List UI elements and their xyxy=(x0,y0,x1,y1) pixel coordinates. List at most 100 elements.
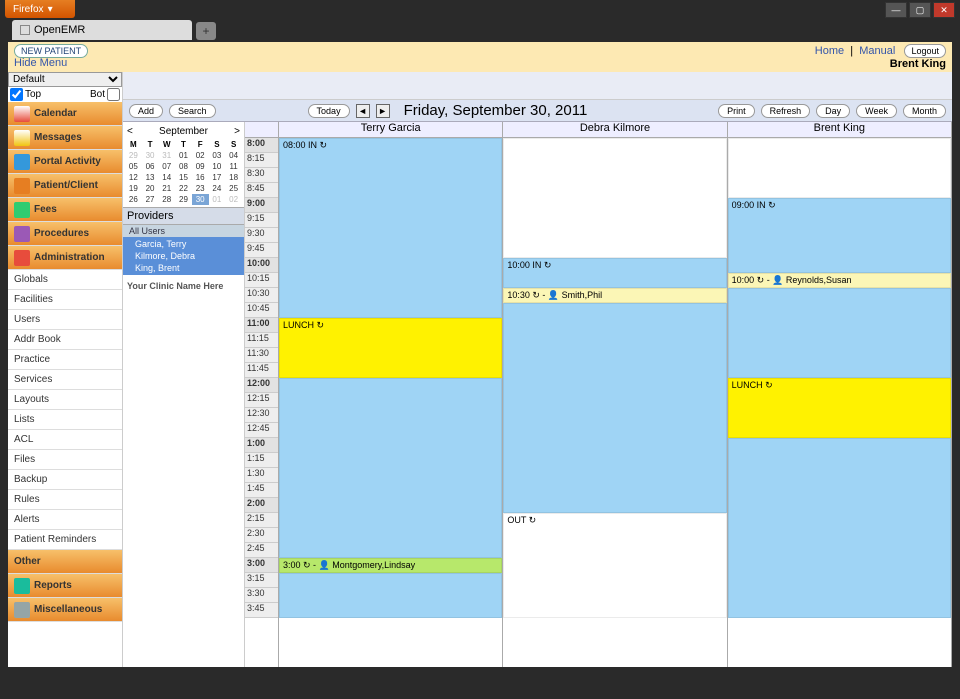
cal-day[interactable]: 09 xyxy=(192,161,209,172)
maximize-button[interactable]: ▢ xyxy=(909,2,931,18)
new-patient-button[interactable]: NEW PATIENT xyxy=(14,44,88,58)
cal-day[interactable]: 29 xyxy=(125,150,142,161)
cal-day[interactable]: 11 xyxy=(225,161,242,172)
provider-all[interactable]: All Users xyxy=(123,225,244,237)
prev-month[interactable]: < xyxy=(127,126,133,137)
today-button[interactable]: Today xyxy=(308,104,350,118)
provider-column-header[interactable]: Brent King xyxy=(728,122,952,138)
calendar-event[interactable]: 08:00 IN ↻ xyxy=(279,138,502,318)
cal-day[interactable]: 20 xyxy=(142,183,159,194)
calendar-event[interactable] xyxy=(728,288,951,378)
cal-day[interactable]: 18 xyxy=(225,172,242,183)
cal-day[interactable]: 30 xyxy=(142,150,159,161)
calendar-event[interactable]: OUT ↻ xyxy=(503,513,726,618)
next-month[interactable]: > xyxy=(234,126,240,137)
nav-messages[interactable]: Messages xyxy=(8,126,122,150)
nav-other[interactable]: Other xyxy=(8,550,122,574)
nav-acl[interactable]: ACL xyxy=(8,430,122,450)
cal-day[interactable]: 12 xyxy=(125,172,142,183)
cal-day[interactable]: 08 xyxy=(175,161,192,172)
bot-checkbox[interactable] xyxy=(107,88,120,101)
cal-day[interactable]: 24 xyxy=(209,183,226,194)
nav-fees[interactable]: Fees xyxy=(8,198,122,222)
cal-day[interactable]: 05 xyxy=(125,161,142,172)
provider-item[interactable]: Garcia, Terry xyxy=(129,238,238,250)
cal-day[interactable]: 01 xyxy=(175,150,192,161)
refresh-button[interactable]: Refresh xyxy=(761,104,811,118)
week-button[interactable]: Week xyxy=(856,104,897,118)
calendar-event[interactable]: 09:00 IN ↻ xyxy=(728,198,951,273)
cal-day[interactable]: 30 xyxy=(192,194,209,205)
nav-procedures[interactable]: Procedures xyxy=(8,222,122,246)
nav-calendar[interactable]: Calendar xyxy=(8,102,122,126)
provider-item[interactable]: Kilmore, Debra xyxy=(129,250,238,262)
nav-rules[interactable]: Rules xyxy=(8,490,122,510)
nav-alerts[interactable]: Alerts xyxy=(8,510,122,530)
cal-day[interactable]: 31 xyxy=(158,150,175,161)
cal-day[interactable]: 04 xyxy=(225,150,242,161)
cal-day[interactable]: 28 xyxy=(158,194,175,205)
home-link[interactable]: Home xyxy=(815,45,844,57)
manual-link[interactable]: Manual xyxy=(859,45,895,57)
mini-calendar[interactable]: < September > MTWTFSS2930310102030405060… xyxy=(123,122,244,207)
firefox-menu[interactable]: Firefox ▾ xyxy=(5,0,75,18)
cal-day[interactable]: 16 xyxy=(192,172,209,183)
nav-users[interactable]: Users xyxy=(8,310,122,330)
calendar-event[interactable]: LUNCH ↻ xyxy=(728,378,951,438)
prev-arrow[interactable]: ◄ xyxy=(356,104,370,118)
nav-portal-activity[interactable]: Portal Activity xyxy=(8,150,122,174)
provider-item[interactable]: King, Brent xyxy=(129,262,238,274)
calendar-event[interactable] xyxy=(728,138,951,198)
cal-day[interactable]: 23 xyxy=(192,183,209,194)
calendar-event[interactable]: 3:00 ↻ - 👤 Montgomery,Lindsay xyxy=(279,558,502,573)
calendar-grid[interactable]: Terry GarciaDebra KilmoreBrent King 8:00… xyxy=(245,122,952,667)
cal-day[interactable]: 07 xyxy=(158,161,175,172)
calendar-event[interactable] xyxy=(728,438,951,618)
new-tab-button[interactable]: + xyxy=(196,22,216,40)
cal-day[interactable]: 02 xyxy=(225,194,242,205)
print-button[interactable]: Print xyxy=(718,104,755,118)
nav-services[interactable]: Services xyxy=(8,370,122,390)
cal-day[interactable]: 19 xyxy=(125,183,142,194)
search-button[interactable]: Search xyxy=(169,104,216,118)
provider-column[interactable]: 10:00 IN ↻10:30 ↻ - 👤 Smith,Phil OUT ↻ xyxy=(503,138,727,667)
cal-day[interactable]: 29 xyxy=(175,194,192,205)
cal-day[interactable]: 14 xyxy=(158,172,175,183)
cal-day[interactable]: 17 xyxy=(209,172,226,183)
cal-day[interactable]: 01 xyxy=(209,194,226,205)
calendar-event[interactable] xyxy=(279,573,502,618)
nav-administration[interactable]: Administration xyxy=(8,246,122,270)
top-checkbox[interactable] xyxy=(10,88,23,101)
month-button[interactable]: Month xyxy=(903,104,946,118)
nav-globals[interactable]: Globals xyxy=(8,270,122,290)
nav-backup[interactable]: Backup xyxy=(8,470,122,490)
provider-column-header[interactable]: Debra Kilmore xyxy=(503,122,727,138)
calendar-event[interactable]: 10:00 IN ↻ xyxy=(503,258,726,288)
close-button[interactable]: ✕ xyxy=(933,2,955,18)
provider-column[interactable]: 08:00 IN ↻LUNCH ↻3:00 ↻ - 👤 Montgomery,L… xyxy=(279,138,503,667)
cal-day[interactable]: 22 xyxy=(175,183,192,194)
providers-list[interactable]: All Users Garcia, TerryKilmore, DebraKin… xyxy=(123,225,244,275)
calendar-event[interactable]: 10:00 ↻ - 👤 Reynolds,Susan xyxy=(728,273,951,288)
hide-menu-link[interactable]: Hide Menu xyxy=(14,57,67,69)
nav-lists[interactable]: Lists xyxy=(8,410,122,430)
cal-day[interactable]: 21 xyxy=(158,183,175,194)
cal-day[interactable]: 02 xyxy=(192,150,209,161)
cal-day[interactable]: 13 xyxy=(142,172,159,183)
cal-day[interactable]: 10 xyxy=(209,161,226,172)
calendar-event[interactable] xyxy=(503,303,726,513)
nav-miscellaneous[interactable]: Miscellaneous xyxy=(8,598,122,622)
sidebar-select[interactable]: Default xyxy=(8,72,122,87)
cal-day[interactable]: 15 xyxy=(175,172,192,183)
cal-day[interactable]: 27 xyxy=(142,194,159,205)
calendar-event[interactable]: 10:30 ↻ - 👤 Smith,Phil xyxy=(503,288,726,303)
provider-column-header[interactable]: Terry Garcia xyxy=(279,122,503,138)
next-arrow[interactable]: ► xyxy=(376,104,390,118)
add-button[interactable]: Add xyxy=(129,104,163,118)
nav-facilities[interactable]: Facilities xyxy=(8,290,122,310)
cal-day[interactable]: 06 xyxy=(142,161,159,172)
browser-tab[interactable]: OpenEMR xyxy=(12,20,192,40)
minimize-button[interactable]: — xyxy=(885,2,907,18)
day-button[interactable]: Day xyxy=(816,104,850,118)
calendar-event[interactable] xyxy=(279,378,502,558)
